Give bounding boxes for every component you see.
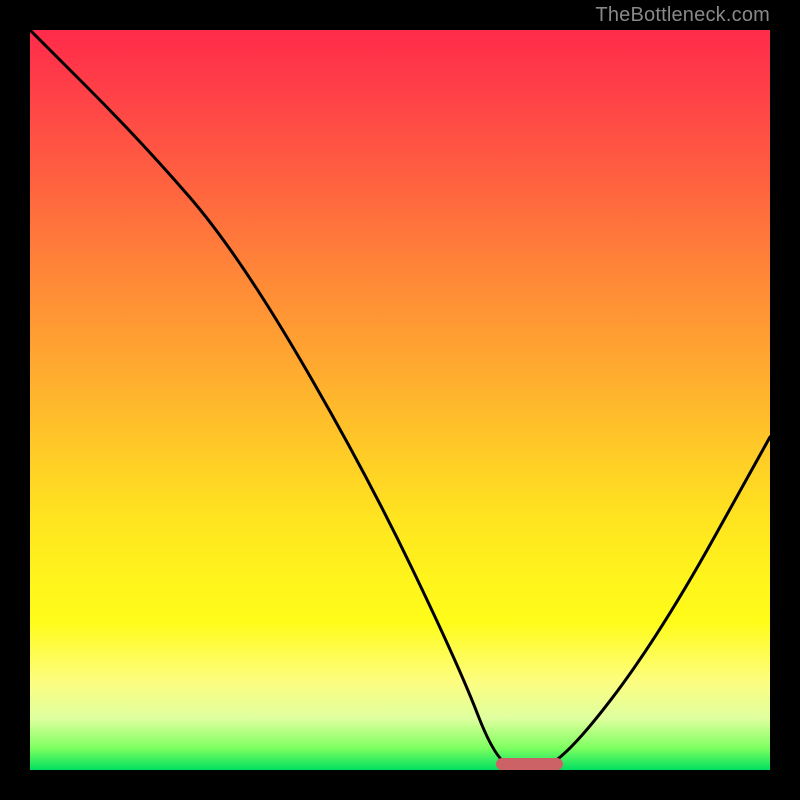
- watermark-text: TheBottleneck.com: [595, 4, 770, 27]
- bottleneck-curve-path: [30, 30, 770, 768]
- chart-frame: TheBottleneck.com: [0, 0, 800, 800]
- plot-area: [30, 30, 770, 770]
- optimal-range-marker: [496, 758, 563, 770]
- bottleneck-curve-svg: [30, 30, 770, 770]
